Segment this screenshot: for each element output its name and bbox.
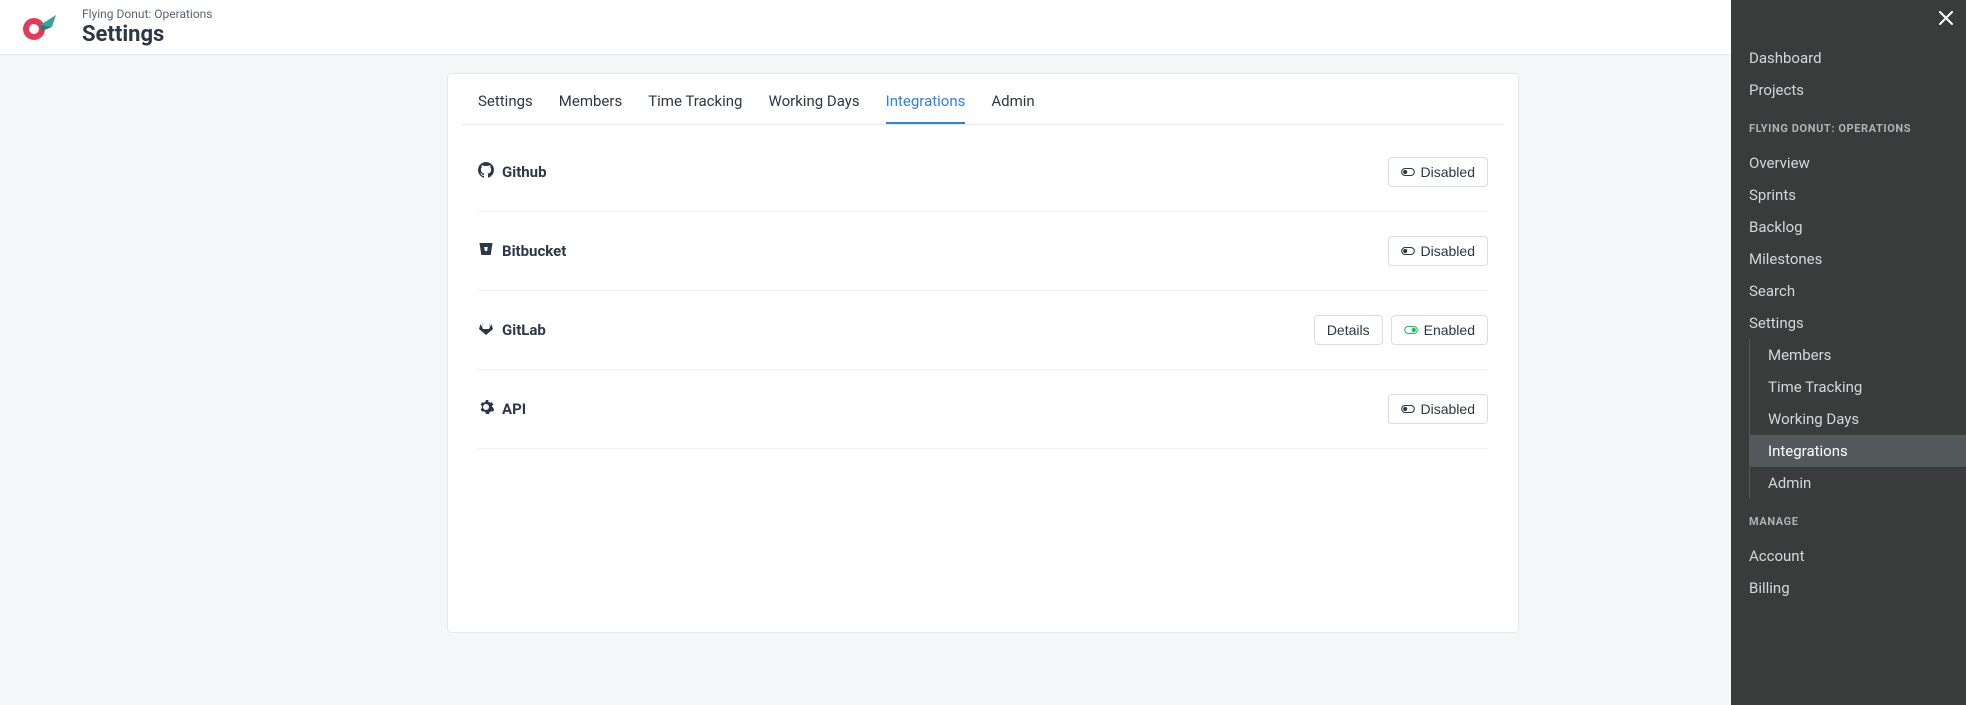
sidebar-item-account[interactable]: Account — [1731, 540, 1966, 572]
integration-row-api: API Disabled — [478, 370, 1488, 449]
tab-members[interactable]: Members — [559, 88, 622, 124]
page-title: Settings — [82, 22, 212, 47]
status-label: Disabled — [1421, 401, 1475, 417]
settings-panel: Settings Members Time Tracking Working D… — [447, 73, 1519, 633]
header: Flying Donut: Operations Settings — [0, 0, 1966, 55]
status-label: Disabled — [1421, 243, 1475, 259]
integration-name: Github — [502, 163, 547, 181]
tab-settings[interactable]: Settings — [478, 88, 533, 124]
sidebar-sub-time-tracking[interactable]: Time Tracking — [1750, 371, 1966, 403]
integration-row-github: Github Disabled — [478, 133, 1488, 212]
toggle-button-github[interactable]: Disabled — [1388, 157, 1488, 187]
sidebar-item-settings[interactable]: Settings — [1731, 307, 1966, 339]
status-label: Enabled — [1424, 322, 1475, 338]
toggle-off-icon — [1401, 402, 1415, 416]
tab-admin[interactable]: Admin — [991, 88, 1034, 124]
app-logo — [18, 7, 58, 47]
toggle-button-api[interactable]: Disabled — [1388, 394, 1488, 424]
sidebar-item-search[interactable]: Search — [1731, 275, 1966, 307]
header-titles: Flying Donut: Operations Settings — [82, 7, 212, 47]
toggle-off-icon — [1401, 244, 1415, 258]
bitbucket-icon — [478, 241, 494, 261]
sidebar-sub-admin[interactable]: Admin — [1750, 467, 1966, 499]
toggle-button-bitbucket[interactable]: Disabled — [1388, 236, 1488, 266]
content: Settings Members Time Tracking Working D… — [0, 55, 1966, 651]
sidebar-sub-integrations[interactable]: Integrations — [1750, 435, 1966, 467]
status-label: Disabled — [1421, 164, 1475, 180]
toggle-button-gitlab[interactable]: Enabled — [1391, 315, 1488, 345]
sidebar-heading-manage: MANAGE — [1731, 505, 1966, 534]
gitlab-icon — [478, 320, 494, 340]
integration-row-bitbucket: Bitbucket Disabled — [478, 212, 1488, 291]
sidebar-item-billing[interactable]: Billing — [1731, 572, 1966, 604]
close-icon[interactable] — [1934, 6, 1958, 30]
toggle-on-icon — [1404, 323, 1418, 337]
github-icon — [478, 162, 494, 182]
integration-list: Github Disabled Bitbuc — [448, 125, 1518, 457]
details-button-gitlab[interactable]: Details — [1314, 315, 1383, 345]
tabs: Settings Members Time Tracking Working D… — [462, 74, 1504, 125]
sidebar-item-dashboard[interactable]: Dashboard — [1731, 42, 1966, 74]
sidebar-item-milestones[interactable]: Milestones — [1731, 243, 1966, 275]
sidebar-heading-project: FLYING DONUT: OPERATIONS — [1731, 112, 1966, 141]
integration-row-gitlab: GitLab Details Enabled — [478, 291, 1488, 370]
toggle-off-icon — [1401, 165, 1415, 179]
sidebar: Dashboard Projects FLYING DONUT: OPERATI… — [1731, 0, 1966, 705]
tab-integrations[interactable]: Integrations — [886, 88, 966, 124]
tab-working-days[interactable]: Working Days — [768, 88, 859, 124]
sidebar-item-overview[interactable]: Overview — [1731, 147, 1966, 179]
sidebar-item-projects[interactable]: Projects — [1731, 74, 1966, 106]
sidebar-item-sprints[interactable]: Sprints — [1731, 179, 1966, 211]
tab-time-tracking[interactable]: Time Tracking — [648, 88, 742, 124]
integration-name: API — [502, 400, 526, 418]
integration-name: GitLab — [502, 321, 546, 339]
gear-icon — [478, 399, 494, 419]
sidebar-sub-working-days[interactable]: Working Days — [1750, 403, 1966, 435]
integration-name: Bitbucket — [502, 242, 566, 260]
sidebar-sub-members[interactable]: Members — [1750, 339, 1966, 371]
sidebar-item-backlog[interactable]: Backlog — [1731, 211, 1966, 243]
details-label: Details — [1327, 322, 1370, 338]
breadcrumb: Flying Donut: Operations — [82, 7, 212, 21]
